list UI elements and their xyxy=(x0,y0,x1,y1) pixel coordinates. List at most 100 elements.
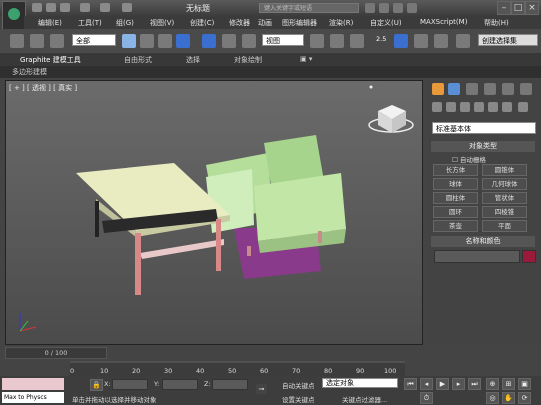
zoom-extents-icon[interactable]: ▣ xyxy=(518,378,531,390)
pivot-center-icon[interactable] xyxy=(310,34,324,48)
lock-selection-icon[interactable]: 🔒 xyxy=(90,379,103,391)
menu-edit[interactable]: 编辑(E) xyxy=(38,18,62,28)
maxscript-input[interactable]: Max to Physcs xyxy=(2,392,64,403)
open-file-icon[interactable] xyxy=(46,3,56,12)
autogrid-checkbox-label[interactable]: ☐ 自动栅格 xyxy=(452,154,486,164)
selection-set-dropdown[interactable]: 选定对象 xyxy=(322,378,398,388)
menu-views[interactable]: 视图(V) xyxy=(150,18,174,28)
tab-object-paint[interactable]: 对象绘制 xyxy=(234,55,262,65)
geometry-category-icon[interactable] xyxy=(432,102,442,112)
pyramid-button[interactable]: 四棱锥 xyxy=(482,206,527,218)
perspective-viewport[interactable]: [ + ] [ 透视 ] [ 真实 ] xyxy=(5,80,423,345)
tab-graphite-modeling[interactable]: Graphite 建模工具 xyxy=(20,55,81,65)
lights-category-icon[interactable] xyxy=(460,102,470,112)
menu-group[interactable]: 组(G) xyxy=(116,18,134,28)
torus-button[interactable]: 圆环 xyxy=(433,206,478,218)
time-slider[interactable]: 0 / 100 xyxy=(5,347,107,359)
minimize-button[interactable]: – xyxy=(497,1,511,15)
close-button[interactable]: × xyxy=(525,1,539,15)
hold-icon[interactable] xyxy=(122,3,132,12)
menu-create[interactable]: 创建(C) xyxy=(190,18,214,28)
go-to-start-icon[interactable]: ⏮ xyxy=(404,378,417,390)
angle-snap-icon[interactable] xyxy=(394,34,408,48)
cone-button[interactable]: 圆锥体 xyxy=(482,164,527,176)
shapes-category-icon[interactable] xyxy=(446,102,456,112)
select-and-move-icon[interactable] xyxy=(202,34,216,48)
menu-tools[interactable]: 工具(T) xyxy=(78,18,102,28)
search-input[interactable]: 键入关键字或短语 xyxy=(259,3,359,13)
sofa-model[interactable] xyxy=(206,135,346,279)
select-by-name-icon[interactable] xyxy=(140,34,154,48)
display-panel-icon[interactable] xyxy=(502,83,514,95)
link-icon[interactable] xyxy=(10,34,24,48)
tab-selection[interactable]: 选择 xyxy=(186,55,200,65)
object-name-input[interactable] xyxy=(434,250,520,263)
tube-button[interactable]: 管状体 xyxy=(482,192,527,204)
box-button[interactable]: 长方体 xyxy=(433,164,478,176)
pan-icon[interactable]: ✋ xyxy=(502,392,515,404)
category-dropdown[interactable]: 标准基本体 xyxy=(432,122,536,134)
auto-key-label[interactable]: 自动关键点 xyxy=(282,380,315,390)
key-icon[interactable]: ⊸ xyxy=(256,384,267,394)
menu-animation[interactable]: 动画 xyxy=(258,18,272,28)
hierarchy-panel-icon[interactable] xyxy=(466,83,478,95)
percent-snap-icon[interactable] xyxy=(414,34,428,48)
select-object-icon[interactable] xyxy=(122,34,136,48)
keyboard-shortcut-override-icon[interactable] xyxy=(350,34,364,48)
favorites-icon[interactable] xyxy=(393,3,403,13)
y-coordinate-field[interactable] xyxy=(162,379,198,390)
rectangular-selection-icon[interactable] xyxy=(158,34,172,48)
helpers-category-icon[interactable] xyxy=(488,102,498,112)
undo-icon[interactable] xyxy=(80,3,90,12)
app-logo-button[interactable] xyxy=(2,1,26,31)
sphere-button[interactable]: 球体 xyxy=(433,178,478,190)
tab-freeform[interactable]: 自由形式 xyxy=(124,55,152,65)
window-crossing-icon[interactable] xyxy=(176,34,190,48)
create-panel-icon[interactable] xyxy=(432,83,444,95)
z-coordinate-field[interactable] xyxy=(212,379,248,390)
field-of-view-icon[interactable]: ◎ xyxy=(486,392,499,404)
geosphere-button[interactable]: 几何球体 xyxy=(482,178,527,190)
help-icon[interactable] xyxy=(407,3,417,13)
name-color-rollout-title[interactable]: 名称和颜色 xyxy=(431,236,535,247)
set-key-label[interactable]: 设置关键点 xyxy=(282,394,315,404)
zoom-icon[interactable]: ⊕ xyxy=(486,378,499,390)
ribbon-options-icon[interactable]: ▣ ▾ xyxy=(300,55,312,63)
teapot-button[interactable]: 茶壶 xyxy=(433,220,478,232)
x-coordinate-field[interactable] xyxy=(112,379,148,390)
menu-modifiers[interactable]: 修改器 xyxy=(229,18,250,28)
cameras-category-icon[interactable] xyxy=(474,102,484,112)
subscription-icon[interactable] xyxy=(379,3,389,13)
systems-category-icon[interactable] xyxy=(518,102,528,112)
edit-named-selection-icon[interactable] xyxy=(456,34,470,48)
snap-toggle-label[interactable]: 2.5 xyxy=(376,35,386,43)
time-config-icon[interactable]: ⏱ xyxy=(420,392,433,404)
motion-panel-icon[interactable] xyxy=(484,83,496,95)
orbit-icon[interactable]: ⟳ xyxy=(518,392,531,404)
named-selection-set-dropdown[interactable]: 创建选择集 xyxy=(478,34,538,46)
reference-coordinate-dropdown[interactable]: 视图 xyxy=(262,34,304,46)
polygon-modeling-label[interactable]: 多边形建模 xyxy=(12,67,47,77)
menu-graph-editors[interactable]: 图形编辑器 xyxy=(282,18,317,28)
menu-customize[interactable]: 自定义(U) xyxy=(370,18,402,28)
unlink-icon[interactable] xyxy=(30,34,44,48)
previous-frame-icon[interactable]: ◂ xyxy=(420,378,433,390)
menu-rendering[interactable]: 渲染(R) xyxy=(329,18,353,28)
zoom-all-icon[interactable]: ⊞ xyxy=(502,378,515,390)
redo-icon[interactable] xyxy=(100,3,110,12)
save-file-icon[interactable] xyxy=(60,3,70,12)
new-file-icon[interactable] xyxy=(32,3,42,12)
object-type-rollout-title[interactable]: 对象类型 xyxy=(431,141,535,152)
maximize-button[interactable]: □ xyxy=(511,1,525,15)
search-icon[interactable] xyxy=(365,3,375,13)
menu-maxscript[interactable]: MAXScript(M) xyxy=(420,18,467,26)
key-filters-button[interactable]: 关键点过滤器... xyxy=(342,394,387,404)
go-to-end-icon[interactable]: ⏭ xyxy=(468,378,481,390)
spinner-snap-icon[interactable] xyxy=(434,34,448,48)
track-bar[interactable]: 0 10 20 30 40 50 60 70 80 90 100 xyxy=(70,361,405,377)
next-frame-icon[interactable]: ▸ xyxy=(452,378,465,390)
maxscript-listener-mini[interactable] xyxy=(2,378,64,390)
select-and-manipulate-icon[interactable] xyxy=(330,34,344,48)
menu-help[interactable]: 帮助(H) xyxy=(484,18,509,28)
object-color-swatch[interactable] xyxy=(522,250,536,263)
